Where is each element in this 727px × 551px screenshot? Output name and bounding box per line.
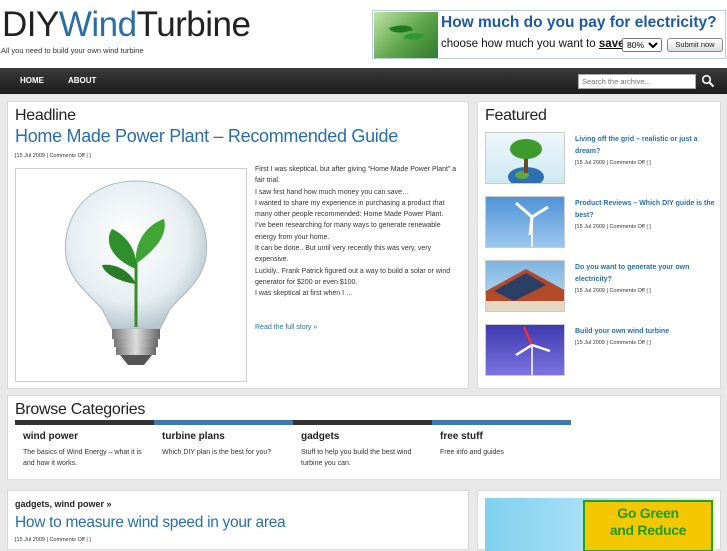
- featured-item[interactable]: Product Reviews – Which DIY guide is the…: [485, 196, 717, 252]
- featured-panel: Featured Living off the grid – realistic…: [477, 101, 721, 389]
- site-logo[interactable]: DIYWindTurbine: [2, 5, 251, 44]
- category-description: Which DIY plan is the best for you?: [162, 449, 272, 456]
- featured-item-meta: [15 Jul 2009 | Comments Off | ]: [575, 160, 651, 166]
- globe-tree-thumbnail[interactable]: [485, 132, 565, 184]
- go-green-ad-banner[interactable]: Go Green and Reduce: [485, 498, 715, 551]
- read-more-link[interactable]: Read the full story »: [255, 324, 317, 331]
- logo-part-turbine: Turbine: [136, 5, 251, 44]
- category-bar: [15, 420, 154, 425]
- small-turbine-thumbnail[interactable]: [485, 324, 565, 376]
- headline-panel: Headline Home Made Power Plant – Recomme…: [7, 101, 469, 389]
- nav-about-link[interactable]: ABOUT: [68, 76, 96, 85]
- featured-item-title[interactable]: Living off the grid – realistic or just …: [575, 134, 717, 157]
- ad2-line2: and Reduce: [609, 522, 687, 538]
- headline-section-title: Headline: [15, 107, 76, 124]
- search-input[interactable]: [578, 74, 696, 89]
- category-bar: [293, 420, 432, 425]
- ad-question: How much do you pay for electricity?: [441, 14, 717, 31]
- category-name[interactable]: turbine plans: [162, 431, 225, 442]
- featured-section-title: Featured: [485, 107, 547, 124]
- site-tagline: All you need to build your own wind turb…: [1, 46, 144, 55]
- category-description: Free info and guides: [440, 449, 504, 456]
- solar-roof-thumbnail[interactable]: [485, 260, 565, 312]
- go-green-sign: Go Green and Reduce: [583, 500, 713, 551]
- search-icon[interactable]: [701, 74, 715, 88]
- post-title[interactable]: How to measure wind speed in your area: [15, 514, 286, 532]
- headline-post-title[interactable]: Home Made Power Plant – Recommended Guid…: [15, 126, 398, 147]
- category-wind-power[interactable]: wind power The basics of Wind Energy – w…: [15, 420, 154, 470]
- logo-part-diy: DIY: [2, 5, 59, 44]
- lightbulb-image[interactable]: [15, 168, 247, 382]
- featured-item-title[interactable]: Build your own wind turbine: [575, 326, 717, 338]
- category-name[interactable]: free stuff: [440, 431, 483, 442]
- category-description: The basics of Wind Energy – what it is a…: [23, 449, 142, 467]
- site-header: DIYWindTurbine All you need to build you…: [0, 0, 727, 68]
- headline-excerpt: First I was skeptical, but after giving …: [255, 166, 457, 298]
- wind-turbine-thumbnail[interactable]: [485, 196, 565, 248]
- post-category-links[interactable]: gadgets, wind power »: [15, 499, 112, 509]
- browse-categories-panel: Browse Categories wind power The basics …: [7, 395, 721, 480]
- category-bar: [154, 420, 293, 425]
- nav-home-link[interactable]: HOME: [20, 76, 44, 85]
- logo-part-wind: Wind: [58, 5, 137, 44]
- plant-ad-image: [374, 12, 438, 58]
- featured-item-title[interactable]: Product Reviews – Which DIY guide is the…: [575, 198, 717, 221]
- category-turbine-plans[interactable]: turbine plans Which DIY plan is the best…: [154, 420, 293, 470]
- browse-section-title: Browse Categories: [15, 401, 146, 418]
- category-description: Stuff to help you build the best wind tu…: [301, 449, 412, 467]
- featured-item-title[interactable]: Do you want to generate your own electri…: [575, 262, 717, 285]
- savings-select[interactable]: 80%: [622, 38, 662, 52]
- post-meta: [15 Jul 2009 | Comments Off | ]: [15, 537, 91, 543]
- featured-item[interactable]: Living off the grid – realistic or just …: [485, 132, 717, 188]
- featured-item-meta: [15 Jul 2009 | Comments Off | ]: [575, 224, 651, 230]
- category-bar: [432, 420, 571, 425]
- ad-submit-button[interactable]: Submit now: [667, 38, 723, 52]
- category-free-stuff[interactable]: free stuff Free info and guides: [432, 420, 571, 470]
- category-name[interactable]: gadgets: [301, 431, 339, 442]
- ad-choose-text: choose how much you want to save:: [441, 38, 628, 50]
- headline-post-meta: [15 Jul 2009 | Comments Off | ]: [15, 153, 91, 159]
- recent-post-panel: gadgets, wind power » How to measure win…: [7, 490, 469, 550]
- featured-item-meta: [15 Jul 2009 | Comments Off | ]: [575, 288, 651, 294]
- featured-item[interactable]: Do you want to generate your own electri…: [485, 260, 717, 316]
- featured-item[interactable]: Build your own wind turbine [15 Jul 2009…: [485, 324, 717, 380]
- category-gadgets[interactable]: gadgets Stuff to help you build the best…: [293, 420, 432, 470]
- electricity-ad-banner[interactable]: How much do you pay for electricity? cho…: [372, 10, 726, 59]
- ad2-line1: Go Green: [617, 505, 679, 521]
- go-green-ad-panel: Go Green and Reduce: [477, 490, 721, 551]
- category-name[interactable]: wind power: [23, 431, 78, 442]
- featured-item-meta: [15 Jul 2009 | Comments Off | ]: [575, 340, 651, 346]
